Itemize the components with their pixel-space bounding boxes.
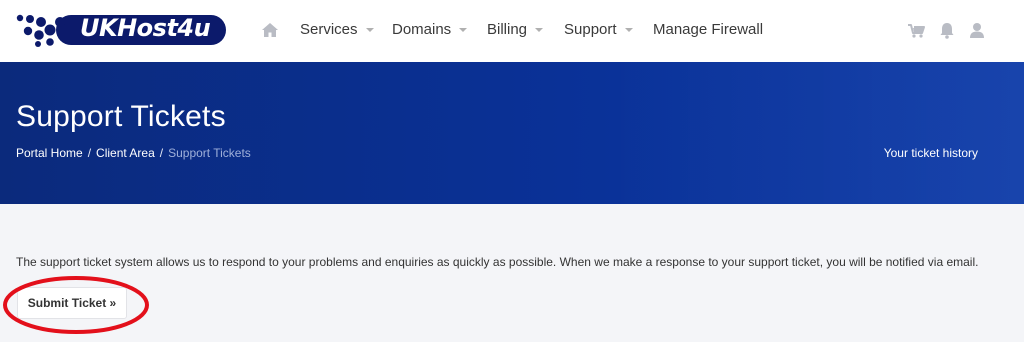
ticket-history-link[interactable]: Your ticket history	[884, 146, 978, 160]
page-title: Support Tickets	[16, 100, 226, 133]
nav-domains[interactable]: Domains	[392, 21, 468, 38]
nav-services[interactable]: Services	[300, 21, 374, 38]
user-icon[interactable]	[967, 20, 987, 40]
brand-name: UKHost4u	[80, 14, 211, 42]
chevron-down-icon	[459, 28, 468, 32]
breadcrumb: Portal Home / Client Area / Support Tick…	[16, 146, 251, 160]
bell-icon[interactable]	[937, 20, 957, 40]
nav-manage-firewall[interactable]: Manage Firewall	[653, 21, 763, 38]
nav-manage-firewall-label: Manage Firewall	[653, 21, 764, 38]
top-navbar: UKHost4u Services Domains Billing Suppor…	[0, 0, 1024, 62]
nav-billing-label: Billing	[487, 21, 528, 38]
header-gradient	[604, 62, 1024, 204]
main-content: The support ticket system allows us to r…	[0, 204, 1024, 342]
intro-text: The support ticket system allows us to r…	[16, 255, 979, 269]
chevron-down-icon	[365, 28, 374, 32]
nav-services-label: Services	[300, 21, 358, 38]
cart-icon[interactable]	[906, 20, 926, 40]
breadcrumb-portal-home[interactable]: Portal Home	[16, 146, 83, 160]
page-header: Support Tickets Portal Home / Client Are…	[0, 62, 1024, 204]
nav-domains-label: Domains	[392, 21, 452, 38]
nav-billing[interactable]: Billing	[487, 21, 544, 38]
highlight-circle	[3, 276, 149, 334]
breadcrumb-separator: /	[87, 146, 92, 160]
breadcrumb-support-tickets: Support Tickets	[168, 146, 251, 160]
nav-support-label: Support	[564, 21, 617, 38]
chevron-down-icon	[624, 28, 633, 32]
breadcrumb-client-area[interactable]: Client Area	[96, 146, 155, 160]
chevron-down-icon	[535, 28, 544, 32]
brand-logo[interactable]: UKHost4u	[16, 12, 228, 48]
nav-support[interactable]: Support	[564, 21, 633, 38]
home-icon[interactable]	[261, 22, 279, 38]
breadcrumb-separator: /	[159, 146, 164, 160]
